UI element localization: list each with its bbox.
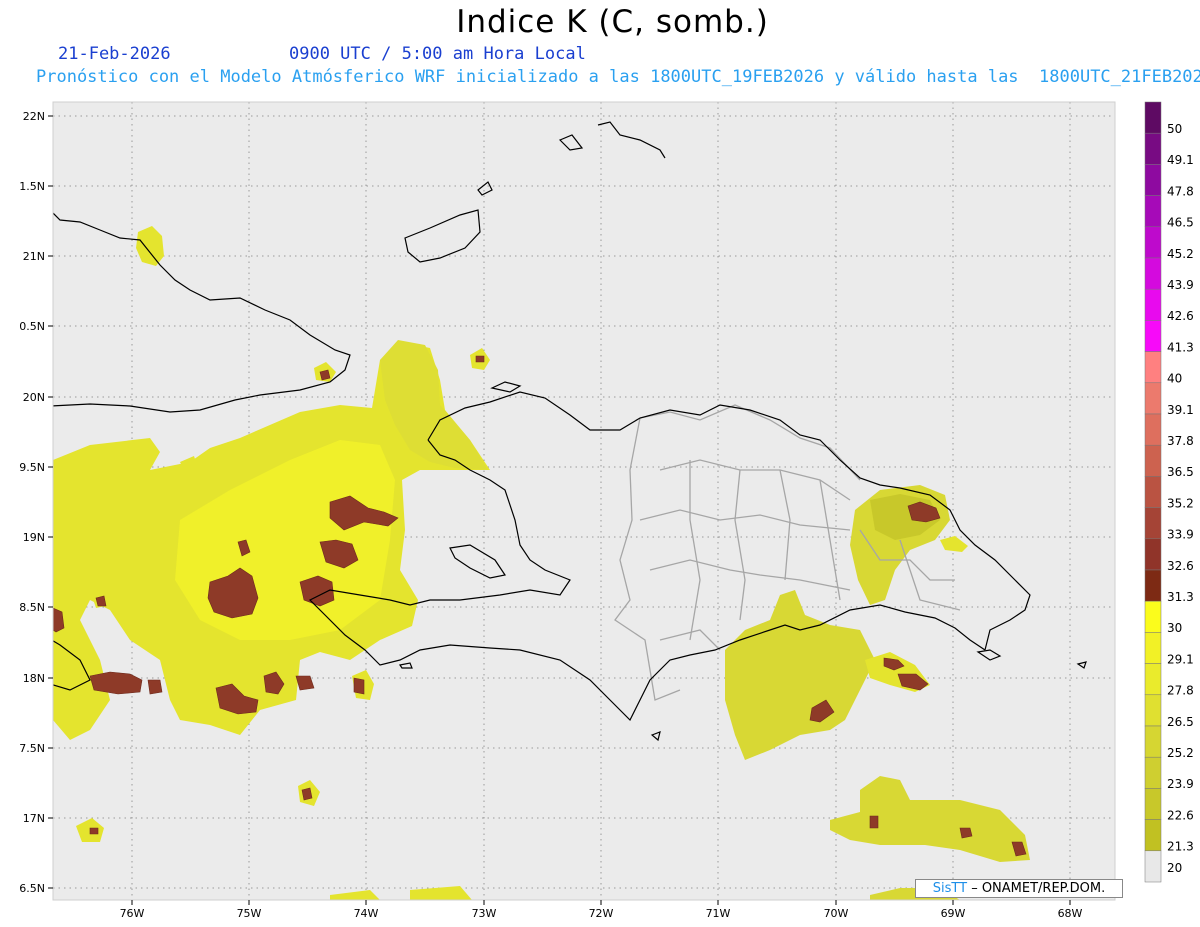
credit-brand: SisTT — [932, 881, 968, 896]
map-figure: 22N 1.5N 21N 0.5N 20N 9.5N 19N 8.5N 18N … — [19, 101, 1194, 920]
lat-label: 17N — [23, 812, 45, 825]
colorbar-label: 20 — [1167, 861, 1182, 875]
colorbar-swatch — [1144, 850, 1162, 883]
high-cell-22 — [319, 369, 331, 381]
lat-label: 7.5N — [19, 742, 45, 755]
colorbar-label: 36.5 — [1167, 465, 1194, 479]
colorbar-label: 46.5 — [1167, 216, 1194, 230]
colorbar-swatch — [1144, 132, 1162, 165]
colorbar-swatch — [1144, 569, 1162, 602]
colorbar-swatch — [1144, 288, 1162, 321]
lat-label: 8.5N — [19, 601, 45, 614]
credit-badge: SisTT – ONAMET/REP.DOM. — [915, 879, 1123, 898]
colorbar-swatch — [1144, 476, 1162, 508]
colorbar-label: 22.6 — [1167, 808, 1194, 822]
lat-label: 19N — [23, 531, 45, 544]
credit-org: – ONAMET/REP.DOM. — [967, 881, 1106, 896]
lat-label: 9.5N — [19, 461, 45, 474]
colorbar-swatch — [1144, 320, 1162, 352]
colorbar-swatch — [1144, 444, 1162, 477]
latitude-labels: 22N 1.5N 21N 0.5N 20N 9.5N 19N 8.5N 18N … — [19, 110, 45, 895]
colorbar-label: 35.2 — [1167, 496, 1194, 510]
colorbar-swatch — [1144, 725, 1162, 758]
colorbar-swatch — [1144, 756, 1162, 789]
high-cell-23 — [475, 355, 485, 363]
colorbar-label: 37.8 — [1167, 434, 1194, 448]
colorbar-swatch — [1144, 351, 1162, 384]
lon-label: 76W — [120, 907, 145, 920]
high-cell-10 — [353, 677, 365, 695]
high-cell-8 — [147, 679, 163, 695]
lon-label: 74W — [354, 907, 379, 920]
colorbar-label: 41.3 — [1167, 340, 1194, 354]
colorbar-swatch — [1144, 413, 1162, 446]
colorbar-label: 25.2 — [1167, 746, 1194, 760]
lat-label: 22N — [23, 110, 45, 123]
colorbar-label: 27.8 — [1167, 684, 1194, 698]
colorbar-label: 49.1 — [1167, 153, 1194, 167]
high-cell-24 — [89, 827, 99, 835]
lon-label: 70W — [824, 907, 849, 920]
colorbar-swatch — [1144, 694, 1162, 727]
colorbar-label: 21.3 — [1167, 840, 1194, 854]
lon-label: 71W — [706, 907, 731, 920]
colorbar-label: 45.2 — [1167, 247, 1194, 261]
lon-label: 68W — [1058, 907, 1083, 920]
colorbar-swatch — [1144, 257, 1162, 290]
colorbar-swatch — [1144, 382, 1162, 415]
colorbar-swatch — [1144, 632, 1162, 664]
colorbar-swatch — [1144, 101, 1162, 134]
colorbar-label: 23.9 — [1167, 777, 1194, 791]
colorbar-label: 30 — [1167, 621, 1182, 635]
high-cell-18 — [959, 827, 973, 839]
colorbar-label: 32.6 — [1167, 559, 1194, 573]
lat-label: 21N — [23, 250, 45, 263]
colorbar-label: 31.3 — [1167, 590, 1194, 604]
lat-label: 20N — [23, 391, 45, 404]
colorbar-swatch — [1144, 195, 1162, 228]
lon-label: 75W — [237, 907, 262, 920]
high-cell-17 — [869, 815, 879, 829]
colorbar-swatch — [1144, 164, 1162, 196]
colorbar-swatch — [1144, 600, 1162, 633]
colorbar-swatch — [1144, 226, 1162, 259]
colorbar-swatch — [1144, 663, 1162, 696]
lat-label: 6.5N — [19, 882, 45, 895]
lon-label: 73W — [472, 907, 497, 920]
colorbar-label: 40 — [1167, 372, 1182, 386]
colorbar-label: 43.9 — [1167, 278, 1194, 292]
colorbar: 50 49.1 47.8 46.5 45.2 43.9 42.6 41.3 40 39.1 37.8… — [1144, 101, 1194, 883]
colorbar-label: 26.5 — [1167, 715, 1194, 729]
longitude-labels: 76W 75W 74W 73W 72W 71W 70W 69W 68W — [120, 907, 1083, 920]
colorbar-swatch — [1144, 788, 1162, 820]
high-cell-21 — [301, 787, 313, 801]
colorbar-label: 50 — [1167, 122, 1182, 136]
colorbar-label: 47.8 — [1167, 184, 1194, 198]
lat-label: 1.5N — [19, 180, 45, 193]
colorbar-swatch — [1144, 819, 1162, 852]
colorbar-label: 33.9 — [1167, 528, 1194, 542]
colorbar-label: 42.6 — [1167, 309, 1194, 323]
colorbar-swatch — [1144, 538, 1162, 571]
lon-label: 72W — [589, 907, 614, 920]
lat-label: 0.5N — [19, 320, 45, 333]
lat-label: 18N — [23, 672, 45, 685]
lon-label: 69W — [941, 907, 966, 920]
colorbar-swatch — [1144, 507, 1162, 540]
colorbar-label: 29.1 — [1167, 652, 1194, 666]
colorbar-label: 39.1 — [1167, 403, 1194, 417]
high-cell-19 — [95, 595, 107, 607]
